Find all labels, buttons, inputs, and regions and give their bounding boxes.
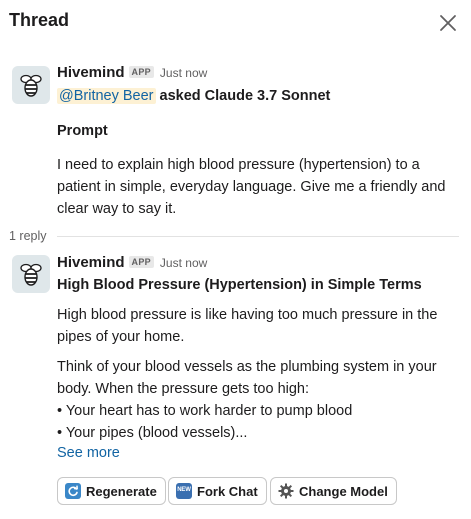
response-paragraph: Think of your blood vessels as the plumb… xyxy=(57,356,437,444)
bullet-item: • Your pipes (blood vessels)... xyxy=(57,425,248,441)
user-mention[interactable]: @Britney Beer xyxy=(57,88,156,104)
paragraph-line: High blood pressure is like having too m… xyxy=(57,307,438,323)
paragraph-line: body. When the pressure gets too high: xyxy=(57,381,310,397)
response-heading: High Blood Pressure (Hypertension) in Si… xyxy=(57,277,422,293)
avatar[interactable] xyxy=(12,255,50,293)
prompt-body: I need to explain high blood pressure (h… xyxy=(57,154,446,220)
response-paragraph: High blood pressure is like having too m… xyxy=(57,304,437,348)
thread-header: Thread xyxy=(0,0,471,48)
regenerate-label: Regenerate xyxy=(86,483,157,499)
fork-chat-button[interactable]: NEW Fork Chat xyxy=(168,477,267,505)
change-model-button[interactable]: Change Model xyxy=(270,477,397,505)
fork-chat-label: Fork Chat xyxy=(197,483,258,499)
refresh-icon xyxy=(65,483,81,499)
message-meta: Hivemind APP Just now xyxy=(57,64,207,82)
timestamp[interactable]: Just now xyxy=(160,256,207,270)
see-more-link[interactable]: See more xyxy=(57,445,120,461)
new-badge-icon: NEW xyxy=(176,483,192,499)
prompt-heading: Prompt xyxy=(57,123,108,139)
gear-icon xyxy=(278,483,294,499)
bullet-item: • Your heart has to work harder to pump … xyxy=(57,403,353,419)
paragraph-line: Think of your blood vessels as the plumb… xyxy=(57,359,437,375)
divider xyxy=(57,236,459,237)
prompt-line: clear way to say it. xyxy=(57,201,177,217)
prompt-line: I need to explain high blood pressure (h… xyxy=(57,157,420,173)
new-badge-text: NEW xyxy=(177,487,191,493)
app-badge: APP xyxy=(128,256,154,268)
author-name[interactable]: Hivemind xyxy=(57,64,125,81)
message-intro: @Britney Beer asked Claude 3.7 Sonnet xyxy=(57,85,330,107)
app-badge: APP xyxy=(128,66,154,78)
change-model-label: Change Model xyxy=(299,483,388,499)
bee-icon xyxy=(20,263,42,286)
author-name[interactable]: Hivemind xyxy=(57,254,125,271)
intro-text: asked Claude 3.7 Sonnet xyxy=(155,88,331,104)
regenerate-button[interactable]: Regenerate xyxy=(57,477,166,505)
prompt-line: patient in simple, everyday language. Gi… xyxy=(57,179,446,195)
bee-icon xyxy=(20,74,42,97)
reply-count: 1 reply xyxy=(9,229,47,243)
thread-title: Thread xyxy=(9,10,70,30)
paragraph-line: pipes of your home. xyxy=(57,329,185,345)
timestamp[interactable]: Just now xyxy=(160,66,207,80)
message-meta: Hivemind APP Just now xyxy=(57,254,207,272)
close-icon[interactable] xyxy=(437,12,459,34)
avatar[interactable] xyxy=(12,66,50,104)
